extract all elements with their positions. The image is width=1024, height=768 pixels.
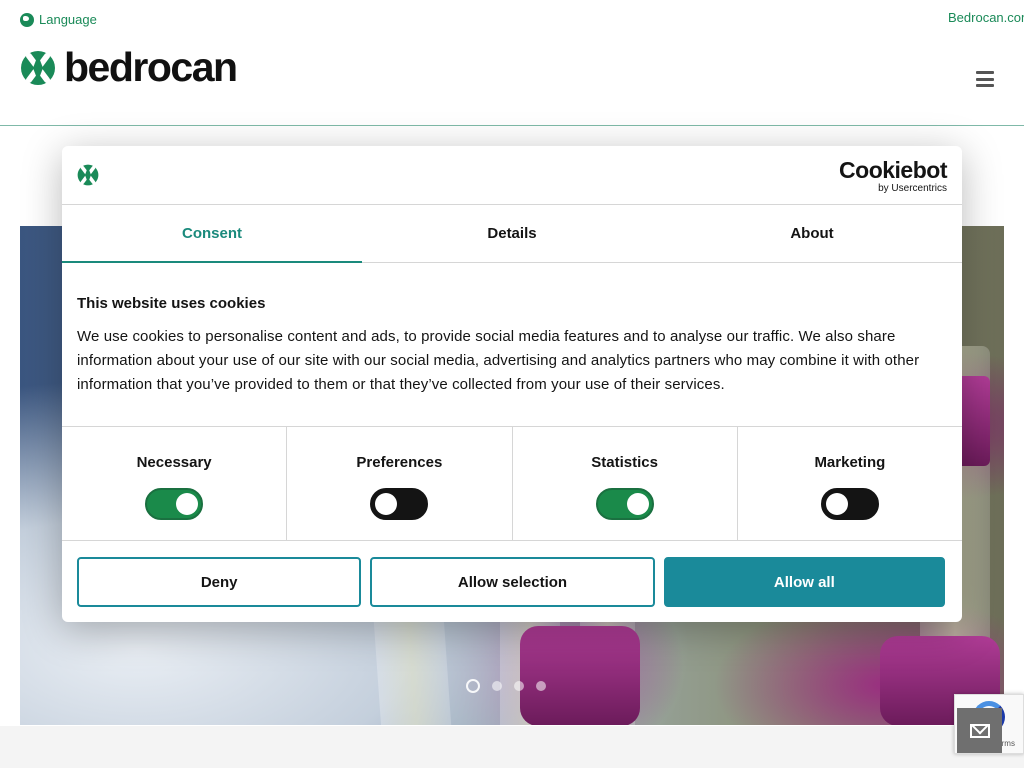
allow-selection-button[interactable]: Allow selection <box>370 557 655 607</box>
toggle-marketing-group: Marketing <box>738 427 962 540</box>
tab-details[interactable]: Details <box>362 205 662 262</box>
cookie-tabs: Consent Details About <box>62 205 962 263</box>
hero-image-cap <box>520 626 640 725</box>
bedrocan-logo-icon <box>77 164 99 191</box>
toggle-label: Statistics <box>591 454 658 471</box>
toggle-preferences-group: Preferences <box>287 427 513 540</box>
cookie-consent-dialog: Cookiebot by Usercentrics Consent Detail… <box>62 146 962 622</box>
cookie-description: We use cookies to personalise content an… <box>77 328 920 393</box>
logo-text: bedrocan <box>64 44 238 90</box>
slider-dot-2[interactable] <box>492 681 502 691</box>
tab-about[interactable]: About <box>662 205 962 262</box>
site-link[interactable]: Bedrocan.com <box>948 10 1024 25</box>
language-label: Language <box>39 12 97 27</box>
page-bottom-band <box>0 726 1024 768</box>
cookie-title: This website uses cookies <box>77 295 266 312</box>
slider-dot-1[interactable] <box>466 679 480 693</box>
slider-dot-4[interactable] <box>536 681 546 691</box>
cookiebot-subtitle: by Usercentrics <box>878 183 947 194</box>
deny-button[interactable]: Deny <box>77 557 362 607</box>
contact-button[interactable] <box>957 708 1002 753</box>
marketing-toggle[interactable] <box>820 488 879 520</box>
header-divider <box>0 125 1024 126</box>
cookiebot-name: Cookiebot <box>839 157 947 183</box>
tab-consent[interactable]: Consent <box>62 205 362 263</box>
cookie-buttons: Deny Allow selection Allow all <box>62 541 962 607</box>
language-selector[interactable]: Language <box>20 12 97 27</box>
bedrocan-logo-icon <box>20 50 56 86</box>
toggle-statistics-group: Statistics <box>513 427 738 540</box>
cookiebot-logo[interactable]: Cookiebot by Usercentrics <box>839 157 947 195</box>
toggle-necessary-group: Necessary <box>62 427 288 540</box>
toggle-label: Necessary <box>136 454 212 471</box>
toggle-label: Marketing <box>814 454 886 471</box>
slider-pagination <box>466 679 546 693</box>
necessary-toggle[interactable] <box>145 488 204 520</box>
envelope-icon <box>969 723 990 738</box>
cookie-toggles: Necessary Preferences Statistics Marketi… <box>62 427 962 541</box>
cookie-dialog-header: Cookiebot by Usercentrics <box>62 146 962 205</box>
globe-icon <box>20 12 34 27</box>
preferences-toggle[interactable] <box>370 488 429 520</box>
slider-dot-3[interactable] <box>514 681 524 691</box>
hamburger-menu-icon[interactable] <box>976 71 994 87</box>
toggle-label: Preferences <box>356 454 443 471</box>
allow-all-button[interactable]: Allow all <box>663 557 945 607</box>
cookie-body: This website uses cookies We use cookies… <box>62 263 962 427</box>
statistics-toggle[interactable] <box>595 488 654 520</box>
site-logo[interactable]: bedrocan <box>20 44 238 90</box>
